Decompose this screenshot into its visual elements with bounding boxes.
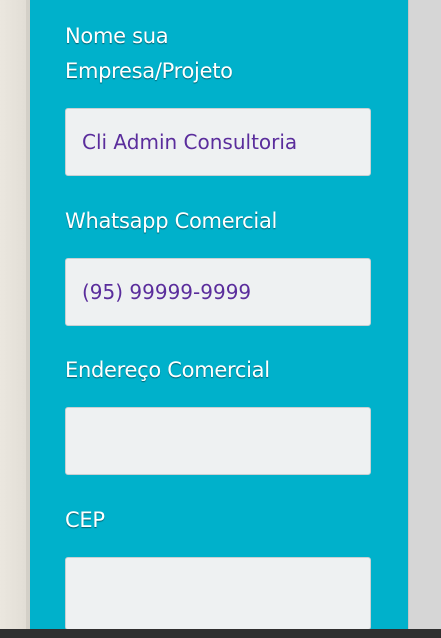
company-name-input[interactable]: Cli Admin Consultoria <box>65 108 371 176</box>
right-side-strip <box>408 0 441 630</box>
bottom-bar <box>0 629 441 638</box>
address-input[interactable] <box>65 407 371 475</box>
cep-label: CEP <box>65 508 105 532</box>
whatsapp-label: Whatsapp Comercial <box>65 209 278 233</box>
whatsapp-input[interactable]: (95) 99999-9999 <box>65 258 371 326</box>
address-label: Endereço Comercial <box>65 358 270 382</box>
cep-input[interactable] <box>65 557 371 630</box>
company-label: Nome sua Empresa/Projeto <box>65 24 233 83</box>
